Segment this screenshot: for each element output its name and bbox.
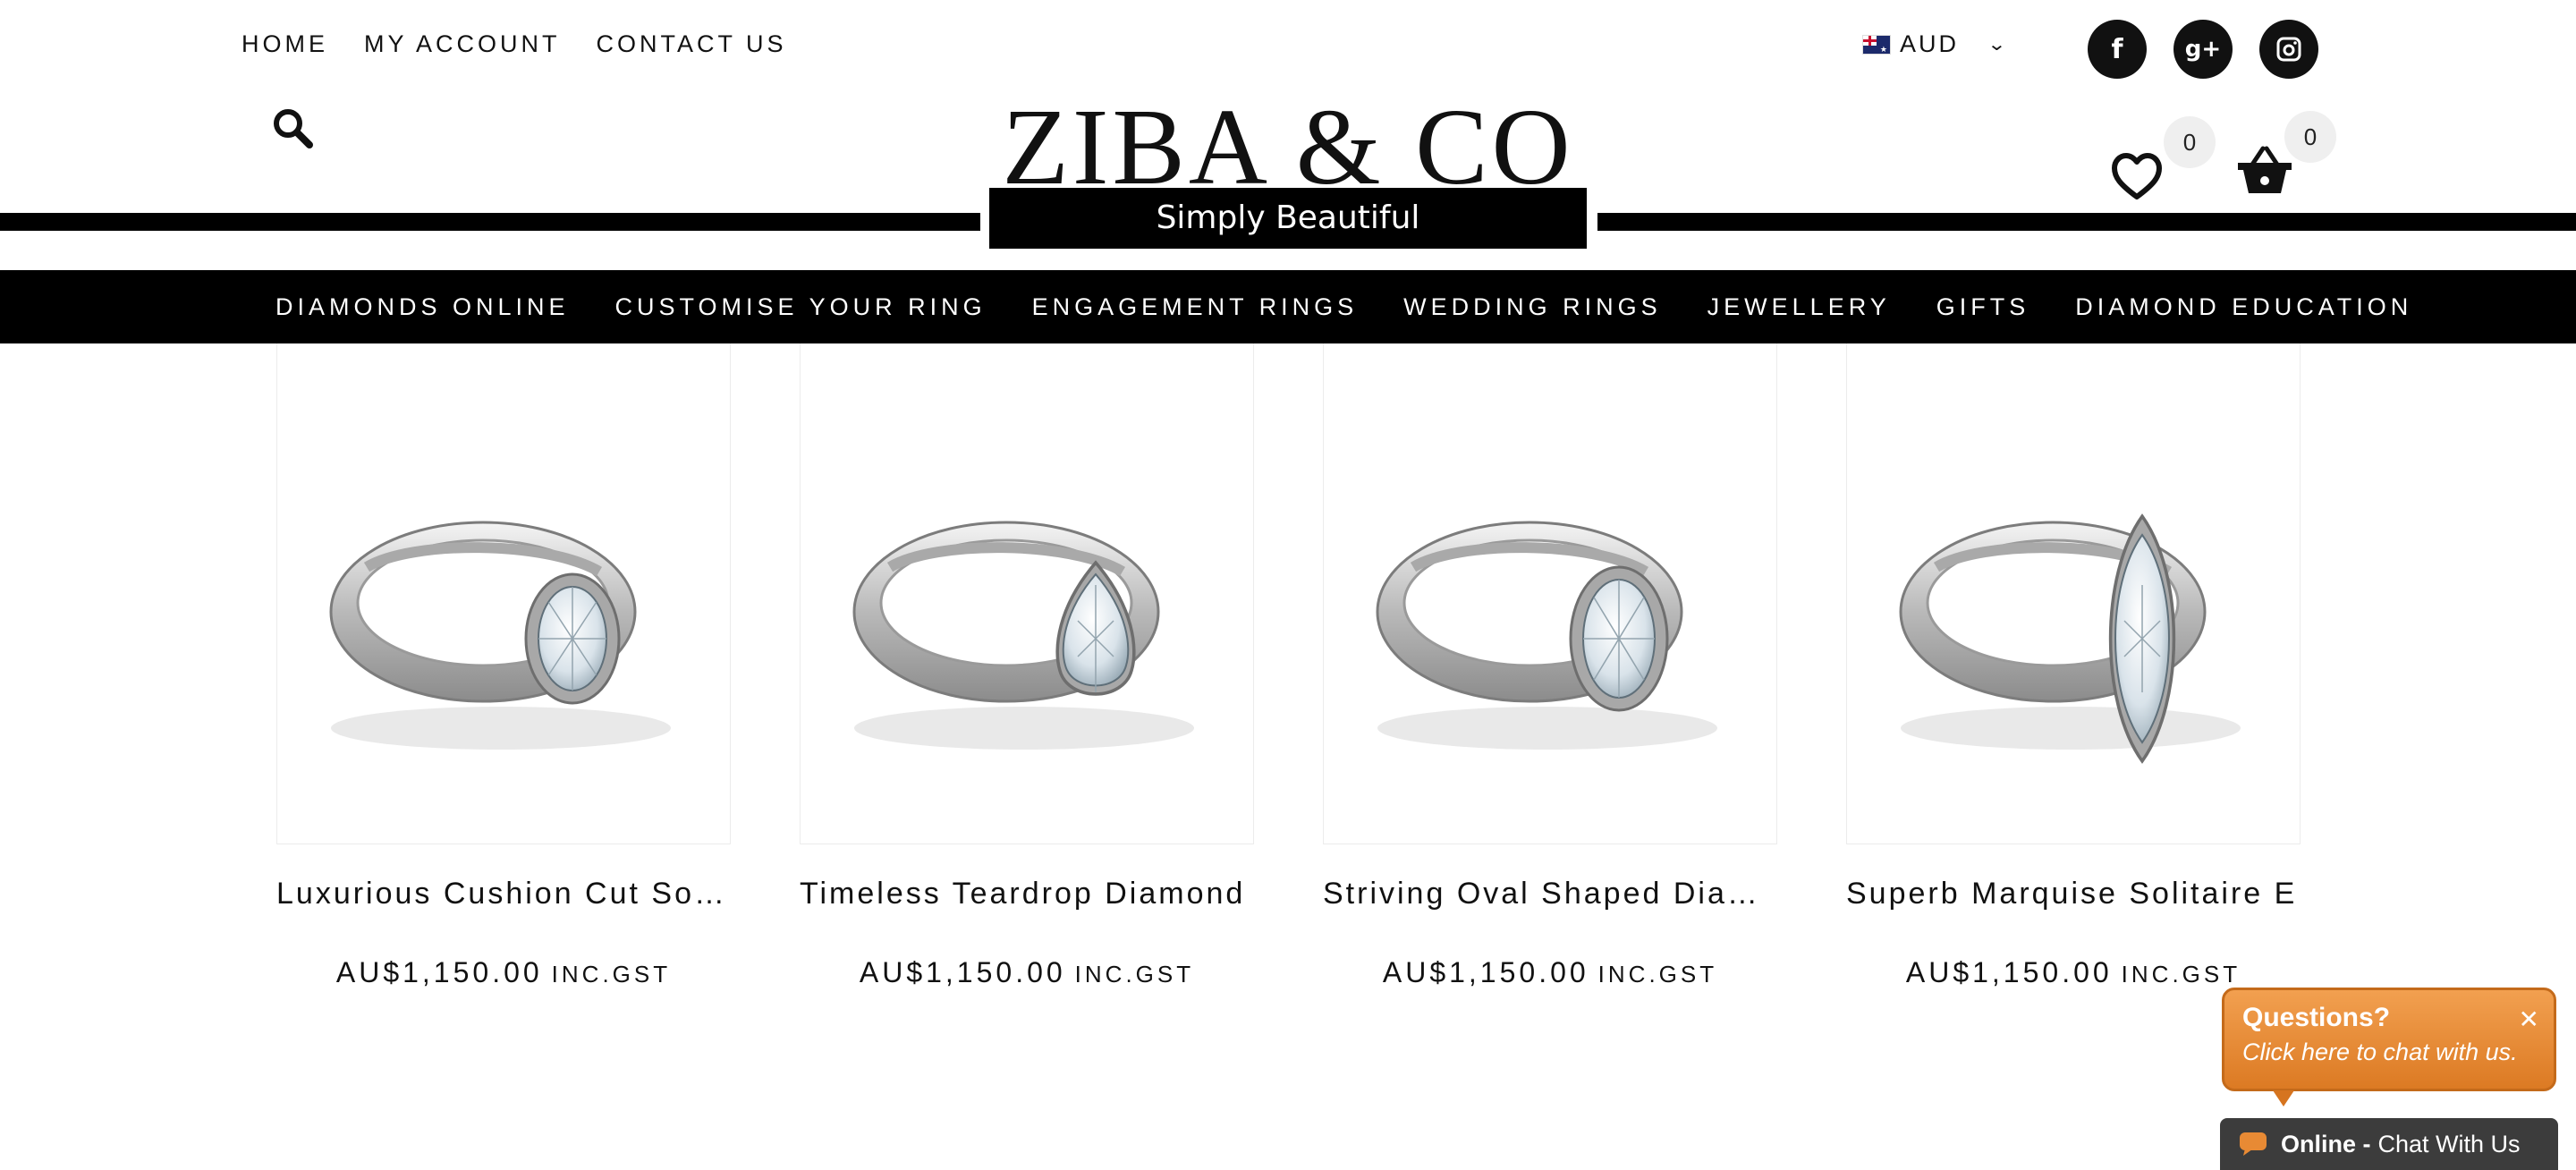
main-nav-engagement-rings[interactable]: ENGAGEMENT RINGS xyxy=(1032,293,1359,321)
product-price-suffix: INC.GST xyxy=(551,961,672,988)
basket-icon xyxy=(2238,146,2292,193)
ring-image xyxy=(1899,513,2241,764)
search-button[interactable] xyxy=(270,106,317,152)
product-price-suffix: INC.GST xyxy=(2121,961,2241,988)
product-price: AU$1,150.00 xyxy=(1382,956,1589,988)
product-card[interactable]: Luxurious Cushion Cut Solitaire AU$1,150… xyxy=(276,343,731,989)
heart-icon xyxy=(2112,153,2162,199)
australia-flag-icon xyxy=(1862,34,1891,55)
chat-prompt-bubble[interactable]: Questions? Click here to chat with us. ✕ xyxy=(2222,988,2556,1106)
main-nav: DIAMONDS ONLINE CUSTOMISE YOUR RING ENGA… xyxy=(0,270,2576,343)
top-nav-my-account[interactable]: MY ACCOUNT xyxy=(364,30,561,58)
ring-shadow xyxy=(854,707,1194,750)
currency-code: AUD xyxy=(1900,30,1960,57)
product-image[interactable] xyxy=(1323,343,1777,844)
facebook-button[interactable]: f xyxy=(2088,20,2147,79)
product-card[interactable]: Superb Marquise Solitaire E AU$1,150.00 I… xyxy=(1846,343,2301,989)
ring-shadow xyxy=(1901,707,2241,750)
product-price-row: AU$1,150.00 INC.GST xyxy=(276,956,731,989)
chevron-down-icon: ⌄ xyxy=(1987,35,2007,55)
product-price: AU$1,150.00 xyxy=(335,956,543,988)
diamond-stone xyxy=(1569,565,1669,712)
wishlist-button[interactable] xyxy=(2111,152,2163,207)
cart-count-badge: 0 xyxy=(2284,111,2336,163)
wishlist-count-badge: 0 xyxy=(2164,116,2216,168)
main-nav-wedding-rings[interactable]: WEDDING RINGS xyxy=(1403,293,1662,321)
chat-status: Online - xyxy=(2281,1130,2371,1157)
product-price-suffix: INC.GST xyxy=(1597,961,1718,988)
chat-prompt-title: Questions? xyxy=(2242,1003,2391,1032)
main-nav-customise-your-ring[interactable]: CUSTOMISE YOUR RING xyxy=(615,293,987,321)
product-image[interactable] xyxy=(1846,343,2301,844)
diamond-stone xyxy=(524,572,621,705)
product-image[interactable] xyxy=(276,343,731,844)
header-rule-right xyxy=(1597,213,2576,231)
product-name[interactable]: Striving Oval Shaped Diamond xyxy=(1323,877,1777,911)
chat-bar-label: Chat With Us xyxy=(2377,1130,2521,1157)
ring-shadow xyxy=(1377,707,1717,750)
chat-prompt-subtitle: Click here to chat with us. xyxy=(2242,1039,2518,1065)
product-name[interactable]: Timeless Teardrop Diamond xyxy=(800,877,1254,911)
close-icon[interactable]: ✕ xyxy=(2519,1005,2539,1034)
product-price-suffix: INC.GST xyxy=(1074,961,1195,988)
ring-shadow xyxy=(331,707,671,750)
chat-launcher-bar[interactable]: Online - Chat With Us xyxy=(2220,1118,2558,1170)
product-price: AU$1,150.00 xyxy=(859,956,1066,988)
instagram-icon xyxy=(2276,37,2301,62)
ring-image xyxy=(329,521,671,750)
facebook-icon: f xyxy=(2111,33,2123,65)
site-logo[interactable]: ZIBA & CO Simply Beautiful xyxy=(982,89,1594,252)
top-nav-contact-us[interactable]: CONTACT US xyxy=(597,30,787,58)
main-nav-diamonds-online[interactable]: DIAMONDS ONLINE xyxy=(275,293,570,321)
product-card[interactable]: Timeless Teardrop Diamond AU$1,150.00 INC… xyxy=(800,343,1254,989)
top-nav-home[interactable]: HOME xyxy=(242,30,328,58)
product-price-row: AU$1,150.00 INC.GST xyxy=(1323,956,1777,989)
product-price-row: AU$1,150.00 INC.GST xyxy=(1846,956,2301,989)
main-nav-gifts[interactable]: GIFTS xyxy=(1936,293,2030,321)
header-rule-left xyxy=(0,213,980,231)
logo-wordmark: ZIBA & CO xyxy=(1002,87,1574,208)
product-price-row: AU$1,150.00 INC.GST xyxy=(800,956,1254,989)
product-name[interactable]: Luxurious Cushion Cut Solitaire xyxy=(276,877,731,911)
currency-selector[interactable]: AUD ⌄ xyxy=(1862,30,2007,58)
top-nav: HOME MY ACCOUNT CONTACT US xyxy=(242,30,787,58)
chat-bubble-icon xyxy=(2240,1132,2267,1156)
cart-button[interactable] xyxy=(2236,143,2293,201)
main-nav-jewellery[interactable]: JEWELLERY xyxy=(1707,293,1891,321)
ring-image xyxy=(1376,521,1717,750)
google-plus-button[interactable]: g+ xyxy=(2174,20,2233,79)
logo-tagline: Simply Beautiful xyxy=(989,188,1587,249)
product-name[interactable]: Superb Marquise Solitaire E xyxy=(1846,877,2301,911)
main-nav-diamond-education[interactable]: DIAMOND EDUCATION xyxy=(2075,293,2412,321)
search-icon xyxy=(274,109,313,148)
google-plus-icon: g+ xyxy=(2184,36,2222,63)
product-price: AU$1,150.00 xyxy=(1905,956,2113,988)
ring-image xyxy=(852,521,1194,750)
product-image[interactable] xyxy=(800,343,1254,844)
product-card[interactable]: Striving Oval Shaped Diamond AU$1,150.00… xyxy=(1323,343,1777,989)
instagram-button[interactable] xyxy=(2259,20,2318,79)
